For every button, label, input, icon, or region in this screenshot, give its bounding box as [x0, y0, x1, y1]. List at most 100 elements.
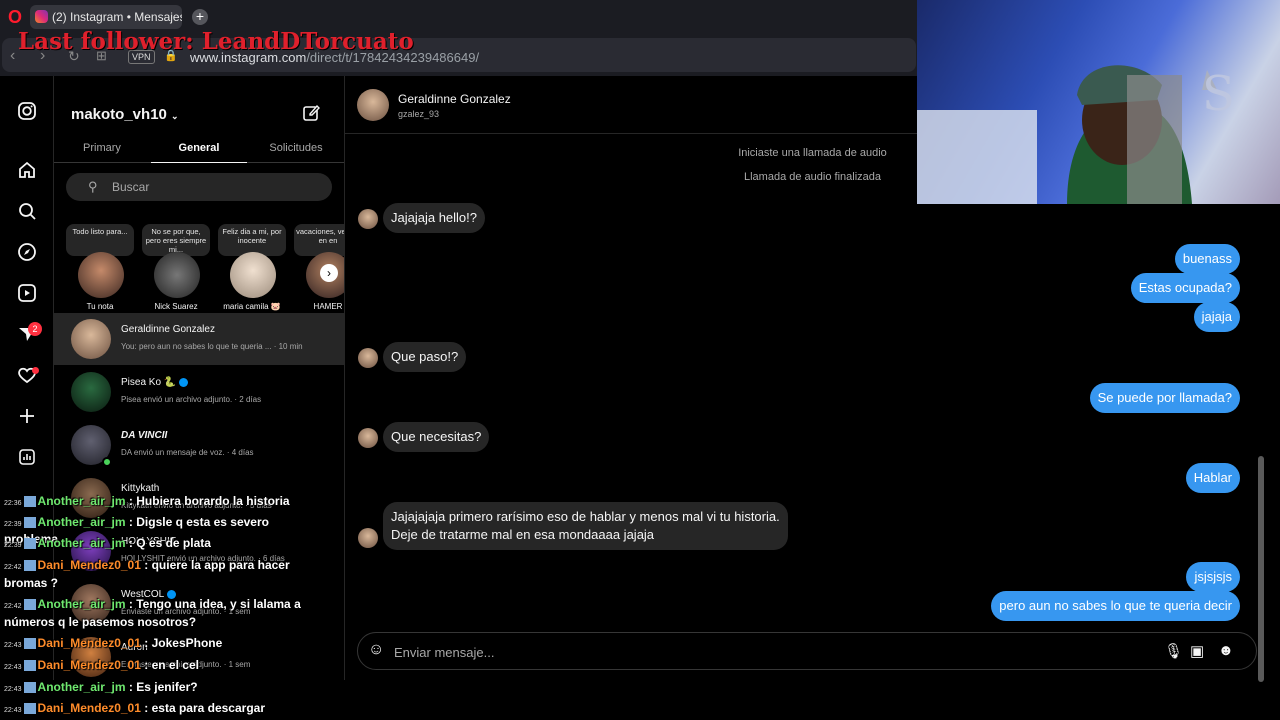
note-name: HAMER — [313, 302, 343, 311]
new-tab-button[interactable]: + — [192, 9, 208, 25]
contact-name[interactable]: Geraldinne Gonzalez — [398, 92, 511, 106]
microphone-icon[interactable]: 🎙 — [1164, 642, 1183, 660]
chat-time: 22:42 — [4, 603, 22, 610]
chat-badge-icon — [23, 599, 36, 611]
dashboard-icon[interactable] — [15, 447, 39, 471]
emoji-icon[interactable]: ☺ — [368, 641, 384, 659]
reels-icon[interactable] — [15, 283, 39, 307]
create-icon[interactable] — [15, 406, 39, 430]
chat-badge-icon — [23, 682, 36, 694]
message-sent[interactable]: Estas ocupada? — [1130, 273, 1240, 303]
search-input[interactable]: ⚲ Buscar — [66, 173, 332, 201]
stream-chat-line: 22:42 Dani_Mendez0_01 : quiere la app par… — [4, 558, 290, 575]
sticker-icon[interactable]: ☻ — [1218, 642, 1234, 659]
browser-tab-instagram[interactable]: (2) Instagram • Mensajes — [30, 5, 182, 29]
back-icon[interactable]: ‹ — [10, 47, 15, 65]
stream-chat-line: 22:43 Dani_Mendez0_01 : en el cel — [4, 658, 199, 675]
compose-icon[interactable] — [302, 104, 320, 127]
chat-text: : Es jenifer? — [128, 680, 198, 694]
verified-icon — [179, 377, 189, 387]
stream-chat-line: 22:43 Dani_Mendez0_01 : JokesPhone — [4, 636, 222, 653]
chat-time: 22:36 — [4, 500, 22, 507]
conversation-item[interactable]: Geraldinne Gonzalez You: pero aun no sab… — [54, 313, 344, 365]
note-name: Nick Suarez — [154, 302, 198, 311]
chat-text: : JokesPhone — [144, 636, 223, 650]
message-input[interactable] — [394, 642, 1094, 662]
tab-solicitudes[interactable]: Solicitudes — [248, 142, 344, 154]
chevron-down-icon: ⌄ — [171, 111, 179, 121]
note-bubble: vacaciones, vemos en en — [294, 224, 344, 256]
avatar — [71, 319, 111, 359]
instagram-logo-icon[interactable] — [15, 101, 39, 125]
image-icon[interactable]: ▣ — [1190, 642, 1204, 660]
avatar[interactable] — [357, 89, 389, 121]
message-received-multiline[interactable]: Jajajajaja primero rarísimo eso de habla… — [383, 502, 788, 550]
chat-text: bromas ? — [4, 576, 59, 590]
conversation-name-text: Pisea Ko 🐍 — [121, 377, 177, 388]
search-icon[interactable] — [15, 201, 39, 225]
chat-user: Dani_Mendez0_01 — [37, 558, 141, 572]
stream-last-follower-overlay: Last follower: LeandDTorcuato — [18, 28, 414, 55]
conversation-name: Pisea Ko 🐍 — [121, 377, 189, 388]
messages-badge: 2 — [28, 322, 42, 336]
avatar — [358, 209, 378, 229]
chat-text: : Tengo una idea, y si lalama a — [128, 597, 301, 611]
stream-chat-line: números q le pasemos nosotros? — [4, 615, 196, 630]
chat-text: : en el cel — [144, 658, 199, 672]
message-received[interactable]: Que necesitas? — [383, 422, 490, 452]
conversation-name: DA VINCII — [121, 430, 168, 441]
chat-badge-icon — [23, 703, 36, 715]
account-switcher[interactable]: makoto_vh10 ⌄ — [71, 106, 179, 123]
explore-icon[interactable] — [15, 242, 39, 266]
webcam-overlay: S — [917, 0, 1280, 204]
chat-scrollbar[interactable] — [1258, 456, 1264, 682]
chat-time: 22:43 — [4, 664, 22, 671]
conversation-name: Geraldinne Gonzalez — [121, 324, 215, 335]
chat-text: : Hubiera borardo la historia — [128, 494, 290, 508]
note-name: Tu nota — [86, 302, 114, 311]
chevron-right-icon[interactable]: › — [320, 264, 338, 282]
chat-badge-icon — [23, 560, 36, 572]
notification-dot — [32, 367, 39, 374]
username-label: makoto_vh10 — [71, 106, 167, 123]
online-indicator — [102, 457, 112, 467]
stream-chat-line: 22:42 Another_air_jm : Tengo una idea, y … — [4, 597, 301, 614]
conversation-item[interactable]: Pisea Ko 🐍 Pisea envió un archivo adjunt… — [54, 366, 344, 418]
message-sent[interactable]: Se puede por llamada? — [1089, 383, 1240, 413]
active-tab-indicator — [151, 162, 247, 163]
tab-primary[interactable]: Primary — [54, 142, 150, 154]
avatar — [358, 348, 378, 368]
chat-time: 22:43 — [4, 707, 22, 714]
avatar — [154, 252, 200, 298]
message-composer[interactable]: ☺ 🎙 ▣ ☻ — [357, 632, 1257, 670]
stream-chat-line: 22:36 Another_air_jm : Hubiera borardo la… — [4, 494, 290, 511]
conversation-item[interactable]: DA VINCII DA envió un mensaje de voz. · … — [54, 419, 344, 471]
avatar — [358, 428, 378, 448]
message-line: Deje de tratarme mal en esa mondaaaa jaj… — [391, 527, 655, 542]
stream-chat-line: 22:43 Dani_Mendez0_01 : esta para descarg… — [4, 701, 265, 718]
message-sent[interactable]: jajaja — [1193, 302, 1240, 332]
contact-handle: gzalez_93 — [398, 109, 440, 119]
svg-text:S: S — [1202, 66, 1235, 122]
message-sent[interactable]: pero aun no sabes lo que te queria decir — [991, 591, 1240, 621]
avatar — [358, 528, 378, 548]
instagram-favicon-icon — [35, 10, 48, 23]
message-received[interactable]: Que paso!? — [383, 342, 467, 372]
message-sent[interactable]: buenass — [1174, 244, 1240, 274]
chat-user: Another_air_jm — [37, 680, 126, 694]
opera-logo-icon[interactable]: O — [6, 8, 24, 26]
chat-text: números q le pasemos nosotros? — [4, 615, 197, 629]
webcam-feed-image: S — [917, 65, 1235, 204]
stream-chat-overlay: 22:36 Another_air_jm : Hubiera borardo la… — [0, 490, 310, 720]
message-received[interactable]: Jajajaja hello!? — [383, 203, 486, 233]
chat-user: Another_air_jm — [37, 515, 126, 529]
home-icon[interactable] — [15, 160, 39, 184]
conversation-preview: DA envió un mensaje de voz. · 4 días — [121, 448, 254, 457]
search-placeholder: Buscar — [112, 180, 150, 194]
message-sent[interactable]: Hablar — [1185, 463, 1240, 493]
tab-general[interactable]: General — [151, 142, 247, 154]
stream-chat-line: bromas ? — [4, 576, 58, 591]
chat-user: Another_air_jm — [37, 597, 126, 611]
message-sent[interactable]: jsjsjsjs — [1186, 562, 1240, 592]
chat-user: Dani_Mendez0_01 — [37, 636, 141, 650]
